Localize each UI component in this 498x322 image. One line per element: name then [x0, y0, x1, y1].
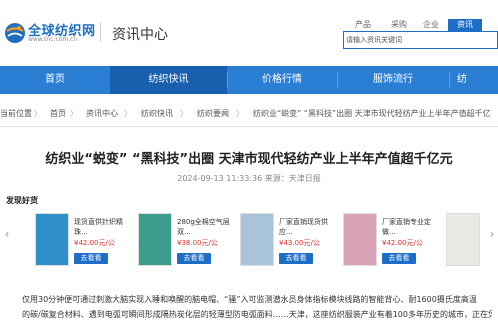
section-title: 资讯中心: [112, 27, 168, 43]
nav-item-fashion[interactable]: 服饰流行: [337, 66, 449, 94]
globe-logo-icon: [5, 23, 25, 43]
article-body: 仅用30分钟便可通过刺激大脑实现入睡和唤醒的脑电帽、“骚”入可监测潜水员身体指标…: [22, 292, 492, 322]
product-image[interactable]: [35, 213, 69, 266]
view-product-button[interactable]: 去看看: [382, 253, 416, 264]
breadcrumb-news-center[interactable]: 资讯中心: [86, 104, 118, 124]
paragraph-line: 仅用30分钟便可通过刺激大脑实现入睡和唤醒的脑电帽、“骚”入可监测潜水员身体指标…: [22, 295, 477, 304]
breadcrumb-home[interactable]: 首页: [50, 104, 66, 124]
search-input[interactable]: [346, 34, 494, 46]
product-card[interactable]: 280g全棉空气层双... ¥38.00元/公 去看看: [138, 213, 238, 269]
product-card[interactable]: 厂家直销专业定做... ¥42.00元/公 去看看: [343, 213, 443, 269]
logo-url: www.tnc.com.cn: [28, 36, 78, 43]
product-price: ¥42.00元/公: [382, 239, 423, 247]
product-image[interactable]: [138, 213, 172, 266]
paragraph-line: 的碳/碳复合材料、遇到电弧可瞬间形成隔热炭化层的轻薄型防电弧面料……天津，这座纺…: [22, 310, 492, 319]
breadcrumb-separator-icon: 〉: [180, 109, 188, 118]
breadcrumb-separator-icon: 〉: [124, 109, 132, 118]
product-card[interactable]: [446, 213, 482, 269]
breadcrumb-separator-icon: 〉: [70, 109, 78, 118]
search-tab-company[interactable]: 企业: [414, 19, 448, 31]
nav-item-prices[interactable]: 价格行情: [227, 66, 337, 94]
product-name[interactable]: 280g全棉空气层双...: [177, 217, 235, 237]
nav-item-textile[interactable]: 纺: [449, 66, 498, 94]
product-card[interactable]: 厂家直销现货供应... ¥43.00元/公 去看看: [240, 213, 340, 269]
view-product-button[interactable]: 去看看: [279, 253, 313, 264]
search-tab-products[interactable]: 产品: [346, 19, 380, 31]
search-tab-purchase[interactable]: 采购: [382, 19, 416, 31]
breadcrumb-separator-icon: 〉: [236, 109, 244, 118]
nav-item-textile-news[interactable]: 纺织快讯: [110, 66, 227, 94]
nav-item-home[interactable]: 首页: [0, 66, 110, 94]
breadcrumb: 当前位置 〉 首页 〉 资讯中心 〉 纺织快讯 〉 纺织要闻 〉 纺织业“蜕变”…: [0, 104, 498, 124]
view-product-button[interactable]: 去看看: [177, 253, 211, 264]
product-image[interactable]: [240, 213, 274, 266]
product-card[interactable]: 现货直供针织精珠... ¥42.00元/公 去看看: [35, 213, 135, 269]
product-price: ¥43.00元/公: [279, 239, 320, 247]
site-logo[interactable]: 全球纺织网 www.tnc.com.cn: [4, 20, 104, 46]
breadcrumb-current: 纺织业“蜕变” “黑科技”出圈 天津市现代轻纺产业上半年产值超千亿: [253, 109, 491, 118]
breadcrumb-label: 当前位置: [0, 109, 32, 118]
carousel-prev-icon[interactable]: ‹: [3, 228, 11, 240]
header-divider: [100, 22, 101, 42]
breadcrumb-separator-icon: 〉: [34, 109, 42, 118]
product-price: ¥42.00元/公: [74, 239, 115, 247]
view-product-button[interactable]: 去看看: [74, 253, 108, 264]
product-name[interactable]: 现货直供针织精珠...: [74, 217, 132, 237]
search-tab-news[interactable]: 资讯: [448, 19, 482, 31]
product-image[interactable]: [343, 213, 377, 266]
product-name[interactable]: 厂家直销现货供应...: [279, 217, 337, 237]
carousel-next-icon[interactable]: ›: [488, 228, 496, 240]
product-image[interactable]: [446, 213, 480, 266]
product-name[interactable]: 厂家直销专业定做...: [382, 217, 440, 237]
article-title: 纺织业“蜕变” “黑科技”出圈 天津市现代轻纺产业上半年产值超千亿元: [45, 152, 453, 167]
breadcrumb-textile-headlines[interactable]: 纺织要闻: [197, 104, 229, 124]
search-box: [343, 31, 498, 49]
products-section-label: 发现好货: [6, 196, 38, 205]
article-meta: 2024-09-13 11:33:36 来源：天津日报: [177, 174, 321, 183]
main-nav: 首页 纺织快讯 价格行情 服饰流行 纺: [0, 66, 498, 94]
breadcrumb-divider: [0, 126, 498, 127]
product-price: ¥38.00元/公: [177, 239, 218, 247]
breadcrumb-textile-news[interactable]: 纺织快讯: [141, 104, 173, 124]
